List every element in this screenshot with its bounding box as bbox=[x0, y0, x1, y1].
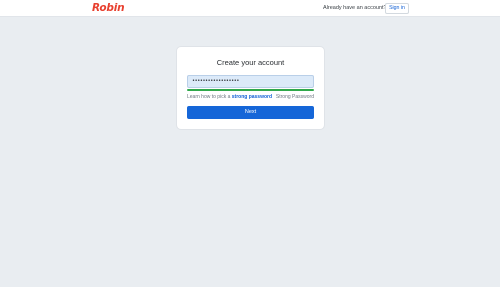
password-strength-meter bbox=[187, 89, 314, 91]
password-strength-label: Strong Password bbox=[275, 94, 314, 100]
password-hint-text: Learn how to pick a bbox=[187, 94, 232, 100]
top-bar: Robin Already have an account? Sign in bbox=[0, 0, 500, 17]
password-hint-row: Learn how to pick a strong password Stro… bbox=[187, 94, 314, 101]
signup-card: Create your account •••••••••••••••••• L… bbox=[176, 46, 325, 130]
sign-in-button[interactable]: Sign in bbox=[385, 3, 409, 14]
password-input[interactable]: •••••••••••••••••• bbox=[187, 75, 314, 88]
already-have-account-text: Already have an account? bbox=[323, 5, 387, 11]
password-strength-fill bbox=[187, 89, 314, 91]
next-button[interactable]: Next bbox=[187, 106, 314, 119]
robin-logo[interactable]: Robin bbox=[92, 2, 125, 15]
page-title: Create your account bbox=[216, 58, 285, 67]
strong-password-link[interactable]: strong password bbox=[232, 94, 272, 100]
